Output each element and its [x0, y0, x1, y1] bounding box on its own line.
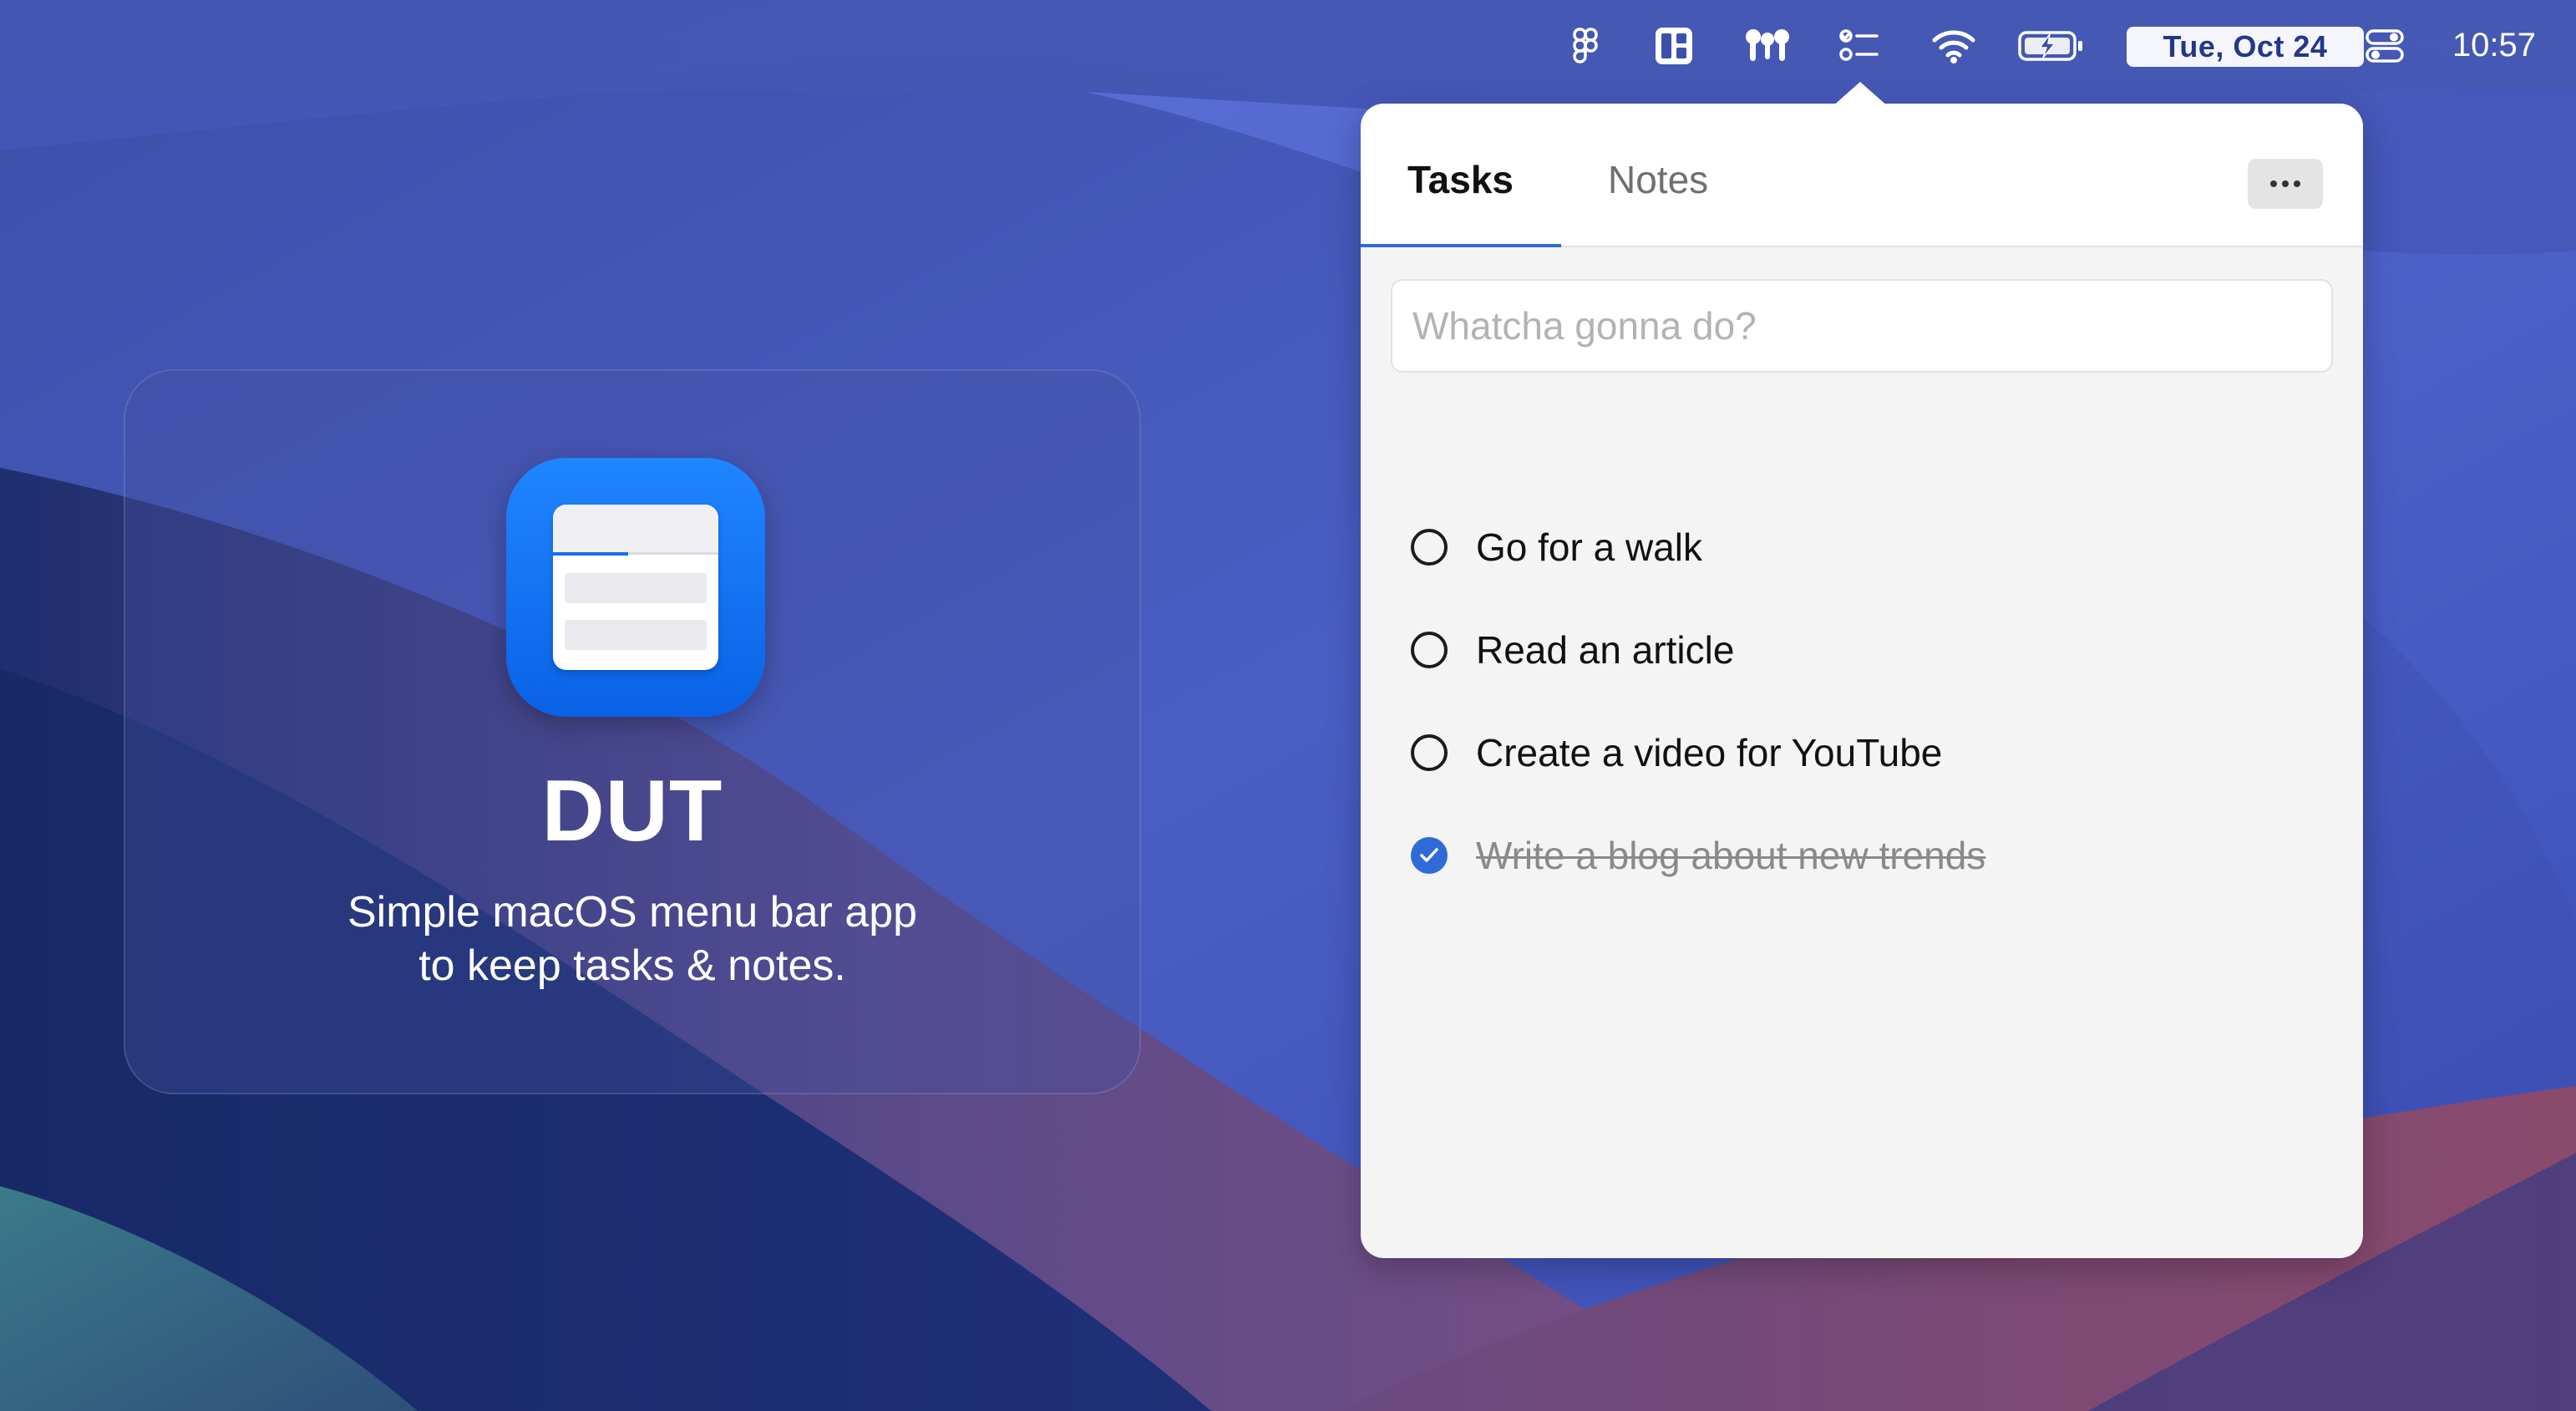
task-checkbox[interactable] [1411, 632, 1448, 668]
promo-card: DUT Simple macOS menu bar app to keep ta… [124, 369, 1141, 1094]
task-item[interactable]: Create a video for YouTube [1411, 723, 1942, 782]
promo-subtitle: Simple macOS menu bar app to keep tasks … [347, 888, 918, 990]
task-label: Go for a walk [1476, 525, 1702, 569]
promo-title: DUT [541, 763, 723, 860]
ellipsis-dot [2270, 180, 2277, 187]
popover-header: Tasks Notes [1361, 104, 2363, 247]
figma-icon[interactable] [1562, 18, 1609, 74]
task-checkbox-checked[interactable] [1411, 837, 1448, 874]
app-icon-sheet-row [565, 573, 707, 603]
tab-tasks[interactable]: Tasks [1407, 157, 1514, 202]
task-checkbox[interactable] [1411, 734, 1448, 771]
app-icon-sheet [553, 505, 718, 670]
menubar-date[interactable]: Tue, Oct 24 [2127, 27, 2364, 67]
more-options-button[interactable] [2248, 159, 2323, 209]
wifi-icon[interactable] [1928, 18, 1980, 74]
dut-popover: Tasks Notes Go for a walk Read an articl… [1361, 82, 2363, 1258]
app-icon-sheet-header [553, 505, 718, 555]
dut-app-icon [506, 458, 765, 717]
new-task-input[interactable] [1391, 279, 2333, 373]
menu-bar: Tue, Oct 24 10:57 [0, 0, 2576, 92]
task-item-completed[interactable]: Write a blog about new trends [1411, 826, 1985, 885]
ellipsis-dot [2282, 180, 2289, 187]
task-item[interactable]: Read an article [1411, 621, 1734, 679]
app-icon-sheet-tab-underline [553, 552, 628, 556]
task-checkbox[interactable] [1411, 529, 1448, 566]
task-label: Create a video for YouTube [1476, 731, 1943, 774]
ellipsis-dot [2294, 180, 2300, 187]
airpods-icon[interactable] [1741, 18, 1794, 74]
app-icon-sheet-row [565, 620, 707, 650]
task-label: Write a blog about new trends [1476, 834, 1986, 877]
tasks-icon[interactable] [1834, 18, 1884, 74]
task-item[interactable]: Go for a walk [1411, 518, 1702, 576]
menubar-clock[interactable]: 10:57 [2444, 20, 2544, 70]
layout-icon[interactable] [1651, 18, 1697, 74]
task-label: Read an article [1476, 628, 1735, 672]
control-center-icon[interactable] [2359, 18, 2411, 74]
checkmark-icon [1420, 848, 1438, 862]
active-tab-indicator [1361, 244, 1561, 247]
battery-charging-icon[interactable] [2016, 18, 2087, 74]
tab-notes[interactable]: Notes [1608, 157, 1708, 202]
